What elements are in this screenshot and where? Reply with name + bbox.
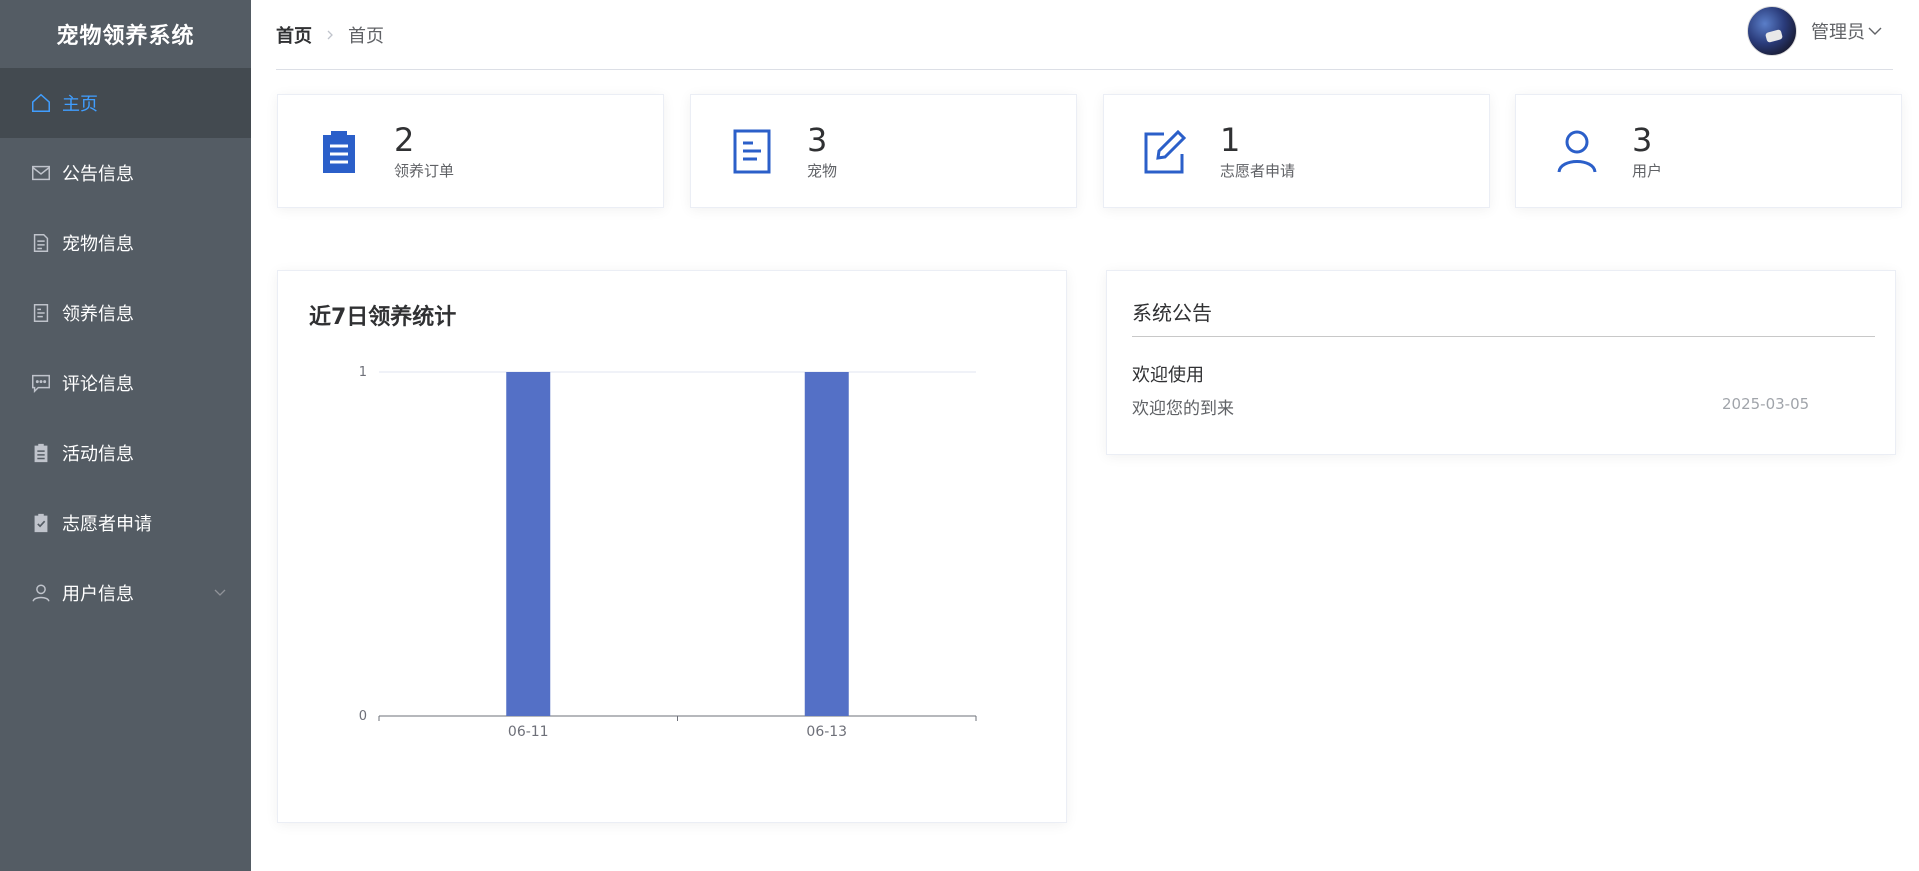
breadcrumb-root[interactable]: 首页	[276, 22, 312, 48]
stat-label: 宠物	[807, 161, 838, 180]
sidebar-item-activities[interactable]: 活动信息	[0, 418, 251, 488]
stat-value: 2	[394, 120, 415, 159]
edit-icon	[1142, 128, 1188, 174]
breadcrumb-current: 首页	[348, 25, 384, 47]
chevron-right-icon	[324, 29, 336, 41]
sidebar-item-label: 志愿者申请	[62, 514, 152, 535]
document-icon	[729, 128, 775, 174]
home-icon	[30, 92, 52, 114]
sidebar-item-label: 活动信息	[62, 444, 134, 465]
chevron-down-icon[interactable]	[1867, 23, 1883, 39]
notice-item-date: 2025-03-05	[1722, 395, 1810, 413]
sidebar: 宠物领养系统 主页 公告信息 宠物信息 领养信息 评论信息 活动信息 志愿者申请…	[0, 0, 251, 871]
stat-card-pets[interactable]: 3 宠物	[690, 94, 1077, 208]
stat-value: 1	[1220, 120, 1241, 159]
notice-title: 系统公告	[1132, 297, 1875, 337]
checked-clipboard-icon	[30, 512, 52, 534]
breadcrumb: 首页 首页	[276, 22, 384, 48]
tickets-icon	[30, 302, 52, 324]
stat-value: 3	[807, 120, 828, 159]
sidebar-item-label: 主页	[62, 94, 98, 115]
bar-06-11	[506, 372, 551, 716]
user-name[interactable]: 管理员	[1811, 18, 1865, 44]
x-tick-label: 06-13	[806, 724, 847, 740]
adoption-bar-chart: 0 1 06-11 06-13	[359, 365, 977, 740]
chevron-down-icon	[213, 584, 227, 598]
sidebar-item-adoptions[interactable]: 领养信息	[0, 278, 251, 348]
document-icon	[30, 232, 52, 254]
user-icon	[30, 582, 52, 604]
stat-card-users[interactable]: 3 用户	[1515, 94, 1902, 208]
app-title: 宠物领养系统	[56, 24, 195, 49]
stat-value: 3	[1632, 120, 1653, 159]
sidebar-item-announcements[interactable]: 公告信息	[0, 138, 251, 208]
stat-label: 领养订单	[394, 161, 455, 180]
system-notice-card: 系统公告 欢迎使用 欢迎您的到来 2025-03-05	[1106, 270, 1896, 455]
adoption-chart-card: 0 1 06-11 06-13 近7日领养统计	[277, 270, 1067, 823]
user-icon	[1554, 128, 1600, 174]
sidebar-item-label: 公告信息	[62, 164, 134, 185]
sidebar-item-label: 评论信息	[62, 374, 134, 395]
sidebar-item-home[interactable]: 主页	[0, 68, 251, 138]
notice-item-title[interactable]: 欢迎使用	[1132, 361, 1204, 387]
clipboard-icon	[30, 442, 52, 464]
y-tick-label: 1	[359, 365, 367, 380]
sidebar-item-pets[interactable]: 宠物信息	[0, 208, 251, 278]
y-tick-label: 0	[359, 709, 367, 724]
clipboard-icon	[316, 128, 362, 174]
stat-card-adoption-orders[interactable]: 2 领养订单	[277, 94, 664, 208]
sidebar-item-label: 宠物信息	[62, 234, 134, 255]
chart-title: 近7日领养统计	[309, 305, 457, 330]
sidebar-item-comments[interactable]: 评论信息	[0, 348, 251, 418]
sidebar-item-users[interactable]: 用户信息	[0, 558, 251, 628]
stat-card-volunteer[interactable]: 1 志愿者申请	[1103, 94, 1490, 208]
top-header: 首页 首页 管理员	[276, 0, 1893, 70]
sidebar-item-volunteer[interactable]: 志愿者申请	[0, 488, 251, 558]
mail-icon	[30, 162, 52, 184]
sidebar-item-label: 领养信息	[62, 304, 134, 325]
notice-item-content: 欢迎您的到来	[1132, 399, 1234, 419]
x-tick-label: 06-11	[508, 724, 549, 740]
bar-06-13	[804, 372, 849, 716]
stat-label: 志愿者申请	[1220, 161, 1296, 180]
avatar[interactable]	[1747, 6, 1797, 56]
chat-dot-icon	[30, 372, 52, 394]
stat-label: 用户	[1632, 161, 1663, 180]
sidebar-item-label: 用户信息	[62, 584, 134, 605]
user-menu[interactable]: 管理员	[1747, 6, 1883, 56]
